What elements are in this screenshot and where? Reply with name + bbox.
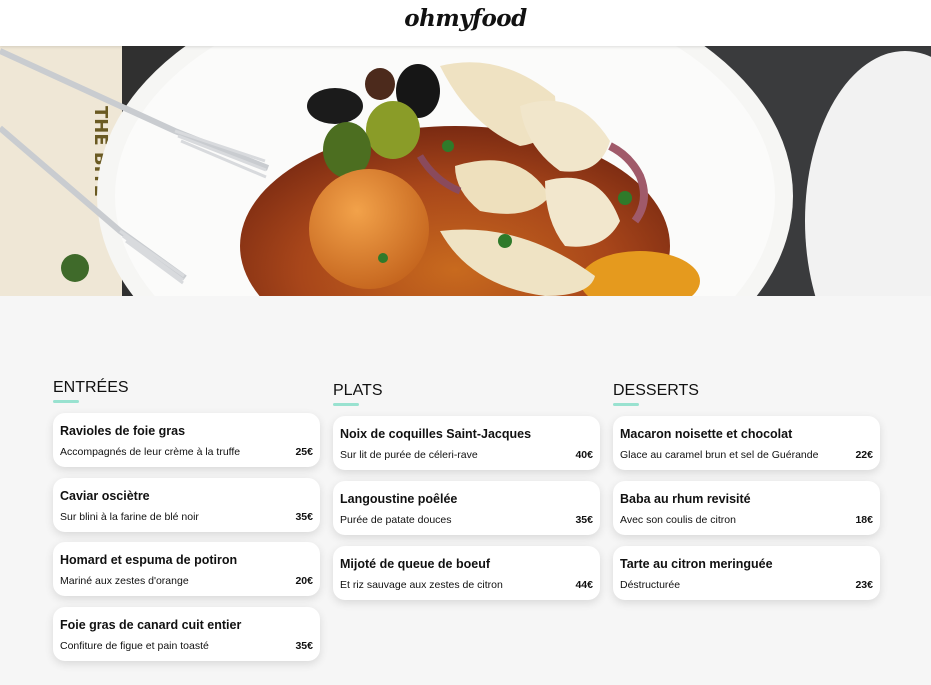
dish-name: Mijoté de queue de boeuf bbox=[340, 557, 491, 571]
dish-price: 40€ bbox=[575, 449, 593, 461]
hero-food-photo: THE BITE bbox=[0, 46, 931, 296]
title-underline bbox=[53, 400, 79, 403]
dish-name: Ravioles de foie gras bbox=[60, 424, 186, 438]
logo[interactable]: ohmyfood bbox=[404, 5, 527, 32]
menu-item-card[interactable]: Baba au rhum revisité Avec son coulis de… bbox=[613, 481, 880, 535]
dish-price: 25€ bbox=[295, 446, 313, 458]
dish-price: 20€ bbox=[295, 575, 313, 587]
desserts-list: Macaron noisette et chocolat Glace au ca… bbox=[613, 416, 880, 606]
dish-description: Purée de patate douces bbox=[340, 514, 452, 526]
dish-price: 44€ bbox=[575, 579, 593, 591]
dish-price: 35€ bbox=[575, 514, 593, 526]
dish-price: 35€ bbox=[295, 511, 313, 523]
dish-description: Avec son coulis de citron bbox=[620, 514, 736, 526]
dish-name: Tarte au citron meringuée bbox=[620, 557, 773, 571]
dish-name: Langoustine poêlée bbox=[340, 492, 458, 506]
title-underline bbox=[333, 403, 359, 406]
dish-description: Déstructurée bbox=[620, 579, 681, 591]
menu-item-card[interactable]: Langoustine poêlée Purée de patate douce… bbox=[333, 481, 600, 535]
menu-item-card[interactable]: Foie gras de canard cuit entier Confitur… bbox=[53, 607, 320, 661]
dish-name: Homard et espuma de potiron bbox=[60, 553, 238, 567]
column-title: ENTRÉES bbox=[53, 379, 129, 396]
menu-item-card[interactable]: Caviar osciètre Sur blini à la farine de… bbox=[53, 478, 320, 532]
menu-item-card[interactable]: Homard et espuma de potiron Mariné aux z… bbox=[53, 542, 320, 596]
dish-description: Mariné aux zestes d'orange bbox=[60, 575, 189, 587]
menu-column-entrees: ENTRÉES bbox=[53, 379, 320, 403]
dish-price: 35€ bbox=[295, 640, 313, 652]
dish-description: Et riz sauvage aux zestes de citron bbox=[340, 579, 503, 591]
dish-description: Sur lit de purée de céleri-rave bbox=[340, 449, 478, 461]
hero-image: THE BITE bbox=[0, 46, 931, 296]
dish-name: Macaron noisette et chocolat bbox=[620, 427, 793, 441]
menu-item-card[interactable]: Mijoté de queue de boeuf Et riz sauvage … bbox=[333, 546, 600, 600]
menu-item-card[interactable]: Noix de coquilles Saint-Jacques Sur lit … bbox=[333, 416, 600, 470]
dish-price: 23€ bbox=[855, 579, 873, 591]
dish-price: 18€ bbox=[855, 514, 873, 526]
column-title: DESSERTS bbox=[613, 382, 699, 399]
menu-item-card[interactable]: Tarte au citron meringuée Déstructurée 2… bbox=[613, 546, 880, 600]
menu-column-plats: PLATS bbox=[333, 382, 600, 406]
title-underline bbox=[613, 403, 639, 406]
dish-price: 22€ bbox=[855, 449, 873, 461]
column-title: PLATS bbox=[333, 382, 383, 399]
dish-description: Accompagnés de leur crème à la truffe bbox=[60, 446, 241, 458]
dish-description: Confiture de figue et pain toasté bbox=[60, 640, 209, 652]
dish-description: Glace au caramel brun et sel de Guérande bbox=[620, 449, 819, 461]
menu-item-card[interactable]: Macaron noisette et chocolat Glace au ca… bbox=[613, 416, 880, 470]
entrees-list: Ravioles de foie gras Accompagnés de leu… bbox=[53, 413, 320, 663]
plats-list: Noix de coquilles Saint-Jacques Sur lit … bbox=[333, 416, 600, 606]
dish-description: Sur blini à la farine de blé noir bbox=[60, 511, 199, 523]
dish-name: Foie gras de canard cuit entier bbox=[60, 618, 242, 632]
dish-name: Baba au rhum revisité bbox=[620, 492, 751, 506]
dish-name: Noix de coquilles Saint-Jacques bbox=[340, 427, 532, 441]
dish-name: Caviar osciètre bbox=[60, 489, 150, 503]
menu-item-card[interactable]: Ravioles de foie gras Accompagnés de leu… bbox=[53, 413, 320, 467]
site-header: ohmyfood bbox=[0, 0, 931, 46]
menu-column-desserts: DESSERTS bbox=[613, 382, 880, 406]
